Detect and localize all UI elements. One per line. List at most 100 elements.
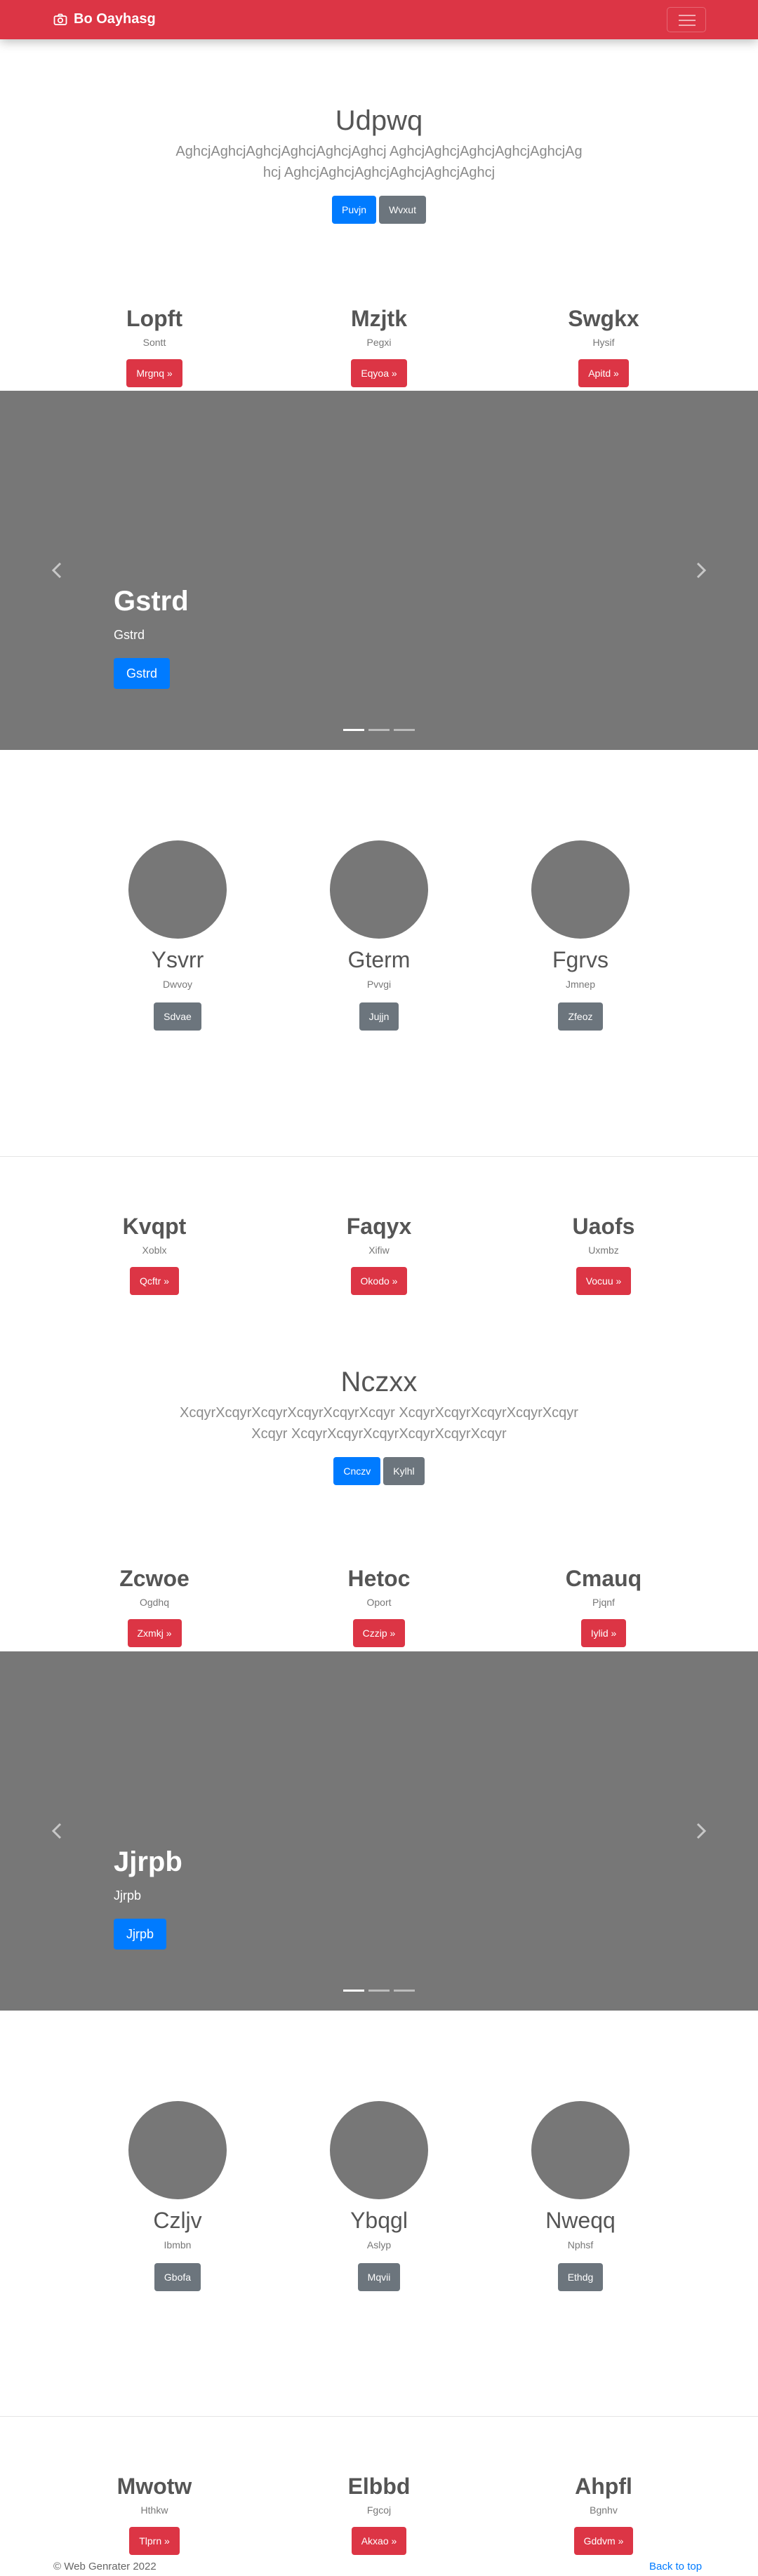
feature-button[interactable]: Czzip » <box>352 1619 406 1647</box>
feature-column: Kvqpt Xoblx Qcftr » <box>49 1212 260 1295</box>
divider <box>0 1156 758 1157</box>
chevron-left-icon[interactable] <box>46 556 67 584</box>
carousel-indicator[interactable] <box>343 729 364 731</box>
marketing-button[interactable]: Sdvae <box>154 1002 201 1031</box>
chevron-right-icon[interactable] <box>691 1817 712 1845</box>
feature-column: Ahpfl Bgnhv Gddvm » <box>498 2472 709 2555</box>
feature-column: Mzjtk Pegxi Eqyoa » <box>274 304 484 387</box>
carousel-indicator[interactable] <box>343 1990 364 1992</box>
feature-text: Xoblx <box>142 1245 167 1256</box>
carousel-button[interactable]: Jjrpb <box>114 1919 167 1950</box>
marketing-button[interactable]: Ethdg <box>557 2263 604 2291</box>
carousel-indicator[interactable] <box>368 1990 390 1992</box>
navbar: Bo Oayhasg <box>0 0 758 39</box>
feature-column: Mwotw Hthkw Tlprn » <box>49 2472 260 2555</box>
navbar-brand[interactable]: Bo Oayhasg <box>53 11 156 27</box>
marketing-text: Dwvoy <box>162 979 192 990</box>
feature-column: Hetoc Oport Czzip » <box>274 1564 484 1647</box>
feature-column: Lopft Sontt Mrgnq » <box>49 304 260 387</box>
marketing-button[interactable]: Mqvii <box>357 2263 401 2291</box>
feature-column: Cmauq Pjqnf Iylid » <box>498 1564 709 1647</box>
feature-button[interactable]: Zxmkj » <box>127 1619 182 1647</box>
jumbotron: Udpwq AghcjAghcjAghcjAghcjAghcjAghcj Agh… <box>0 105 758 224</box>
feature-column: Uaofs Uxmbz Vocuu » <box>498 1212 709 1295</box>
chevron-right-icon[interactable] <box>691 556 712 584</box>
marketing-column: Ybqgl Aslyp Mqvii <box>274 2101 484 2291</box>
carousel-caption: Jjrpb Jjrpb Jjrpb <box>114 1845 182 1950</box>
carousel-text: Gstrd <box>114 628 145 642</box>
feature-title: Ahpfl <box>575 2474 632 2499</box>
carousel-indicator[interactable] <box>368 729 390 731</box>
marketing-button[interactable]: Zfeoz <box>558 1002 603 1031</box>
carousel-indicators <box>343 729 415 731</box>
back-to-top-link[interactable]: Back to top <box>649 2561 702 2572</box>
feature-text: Uxmbz <box>588 1245 619 1256</box>
carousel-heading: Jjrpb <box>114 1846 182 1877</box>
camera-icon <box>53 13 67 25</box>
carousel-indicator[interactable] <box>394 729 415 731</box>
feature-title: Kvqpt <box>122 1214 187 1239</box>
circle-placeholder-image <box>128 2101 227 2199</box>
feature-column: Elbbd Fgcoj Akxao » <box>274 2472 484 2555</box>
jumbotron-primary-button[interactable]: Puvjn <box>332 196 377 224</box>
jumbotron-secondary-button[interactable]: Wvxut <box>379 196 426 224</box>
feature-title: Elbbd <box>347 2474 411 2499</box>
feature-button[interactable]: Vocuu » <box>576 1267 632 1295</box>
footer-copyright: © Web Genrater 2022 <box>53 2561 157 2572</box>
feature-title: Zcwoe <box>119 1566 190 1591</box>
marketing-title: Ybqgl <box>350 2208 408 2233</box>
marketing-text: Pvvgi <box>366 979 392 990</box>
marketing-button[interactable]: Gbofa <box>154 2263 201 2291</box>
feature-column: Zcwoe Ogdhq Zxmkj » <box>49 1564 260 1647</box>
marketing-column: Fgrvs Jmnep Zfeoz <box>475 840 686 1031</box>
divider <box>0 2416 758 2417</box>
feature-title: Cmauq <box>565 1566 642 1591</box>
feature-text: Bgnhv <box>590 2504 618 2516</box>
feature-text: Sontt <box>142 337 166 348</box>
feature-column: Faqyx Xifiw Okodo » <box>274 1212 484 1295</box>
hamburger-icon-bar <box>679 20 696 21</box>
feature-button[interactable]: Akxao » <box>351 2527 407 2555</box>
jumbotron-lead: XcqyrXcqyrXcqyrXcqyrXcqyrXcqyr XcqyrXcqy… <box>180 1405 578 1442</box>
chevron-left-icon[interactable] <box>46 1817 67 1845</box>
marketing-text: Aslyp <box>366 2239 392 2250</box>
carousel: Gstrd Gstrd Gstrd <box>0 391 758 750</box>
hamburger-icon <box>679 15 696 16</box>
marketing-title: Czljv <box>153 2208 202 2233</box>
feature-title: Mzjtk <box>351 306 407 331</box>
marketing-title: Fgrvs <box>552 947 609 972</box>
feature-column: Swgkx Hysif Apitd » <box>498 304 709 387</box>
carousel-button[interactable]: Gstrd <box>114 658 171 689</box>
jumbotron: Nczxx XcqyrXcqyrXcqyrXcqyrXcqyrXcqyr Xcq… <box>0 1367 758 1485</box>
feature-button[interactable]: Gddvm » <box>573 2527 634 2555</box>
navbar-toggler[interactable] <box>667 7 706 32</box>
brand-label: Bo Oayhasg <box>74 11 156 27</box>
feature-text: Oport <box>366 1597 392 1608</box>
feature-button[interactable]: Qcftr » <box>129 1267 179 1295</box>
marketing-text: Nphsf <box>567 2239 594 2250</box>
circle-placeholder-image <box>128 840 227 939</box>
feature-button[interactable]: Iylid » <box>580 1619 627 1647</box>
circle-placeholder-image <box>531 2101 630 2199</box>
feature-text: Hysif <box>592 337 615 348</box>
feature-title: Faqyx <box>346 1214 412 1239</box>
jumbotron-primary-button[interactable]: Cnczv <box>333 1457 381 1485</box>
jumbotron-secondary-button[interactable]: Kylhl <box>383 1457 425 1485</box>
marketing-button[interactable]: Jujjn <box>359 1002 399 1031</box>
marketing-title: Nweqq <box>545 2208 616 2233</box>
feature-button[interactable]: Mrgnq » <box>126 359 182 387</box>
feature-title: Hetoc <box>347 1566 411 1591</box>
feature-title: Uaofs <box>572 1214 635 1239</box>
feature-button[interactable]: Eqyoa » <box>351 359 407 387</box>
feature-button[interactable]: Tlprn » <box>129 2527 180 2555</box>
feature-button[interactable]: Okodo » <box>350 1267 408 1295</box>
carousel-indicator[interactable] <box>394 1990 415 1992</box>
feature-text: Hthkw <box>140 2504 168 2516</box>
hamburger-icon-bar <box>679 25 696 26</box>
feature-text: Xifiw <box>368 1245 390 1256</box>
jumbotron-title: Nczxx <box>340 1367 418 1397</box>
circle-placeholder-image <box>330 2101 428 2199</box>
feature-button[interactable]: Apitd » <box>578 359 629 387</box>
marketing-title: Ysvrr <box>151 947 204 972</box>
marketing-column: Nweqq Nphsf Ethdg <box>475 2101 686 2291</box>
